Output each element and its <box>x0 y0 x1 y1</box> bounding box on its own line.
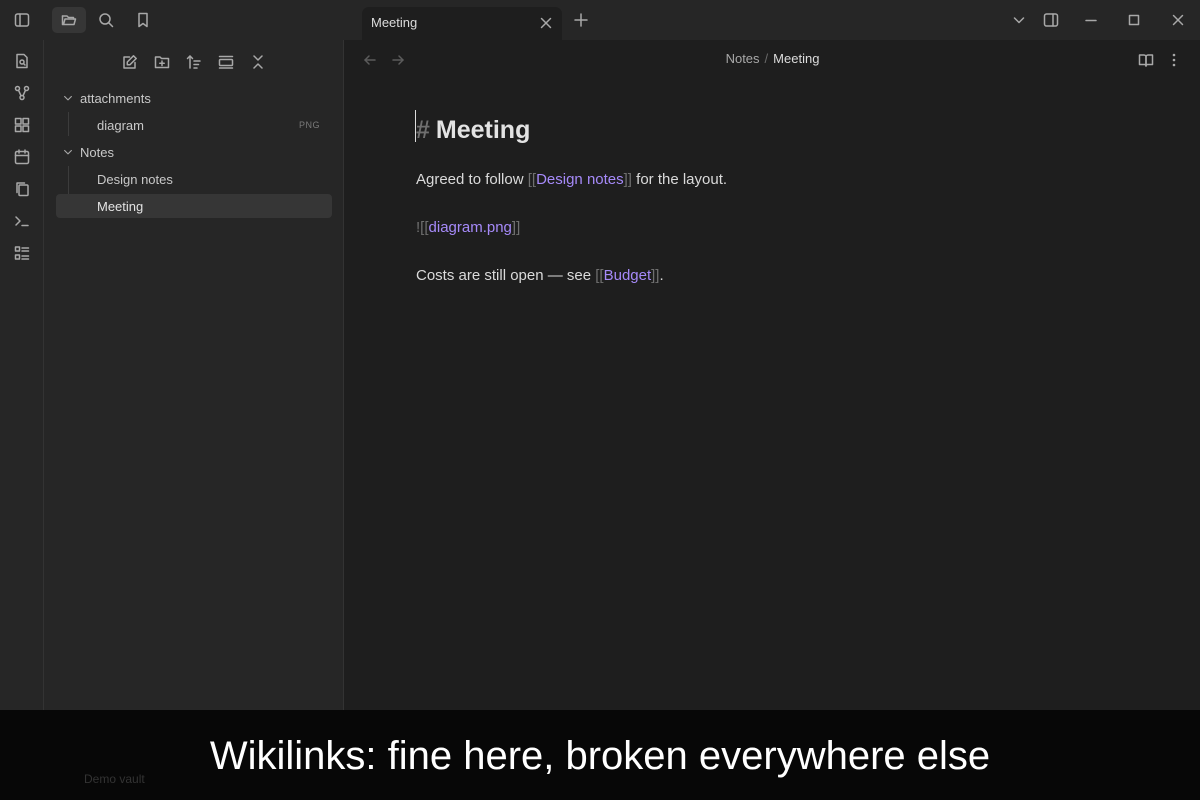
tab-meeting[interactable]: Meeting <box>362 7 562 40</box>
plus-icon <box>574 13 588 27</box>
reading-view-button[interactable] <box>1137 51 1155 69</box>
tab-list-button[interactable] <box>1009 10 1029 30</box>
collapse-all-button[interactable] <box>248 52 268 72</box>
terminal-icon <box>15 216 29 227</box>
new-tab-button[interactable] <box>571 10 591 30</box>
editor-pane: Notes / Meeting # Meeting Agreed to follow … <box>345 40 1200 710</box>
caption-text: Wikilinks: fine here, broken everywhere … <box>209 734 991 778</box>
layout-grid-icon <box>14 117 30 133</box>
file-extension-badge: PNG <box>298 120 320 130</box>
text-span: for the layout. <box>631 171 728 188</box>
files-view-button[interactable] <box>52 7 86 33</box>
tab-title: Meeting <box>371 15 418 30</box>
list-icon <box>14 246 30 260</box>
tree-item-label: attachments <box>80 91 151 106</box>
breadcrumb: Notes / Meeting <box>345 51 1200 66</box>
wikilink-budget[interactable]: Budget <box>604 267 652 284</box>
outline-button[interactable] <box>13 244 31 262</box>
tree-item-label: Design notes <box>97 172 173 187</box>
tree-file-design-notes[interactable]: Design notes <box>56 167 332 191</box>
maximize-icon <box>1128 14 1140 26</box>
command-palette-button[interactable] <box>13 212 31 230</box>
chevron-down-icon <box>1013 17 1025 24</box>
chevrons-collapse-icon <box>253 55 263 69</box>
book-open-icon <box>1138 54 1154 67</box>
tree-item-label: diagram <box>97 118 144 133</box>
minimize-icon <box>1085 19 1097 22</box>
more-options-button[interactable] <box>1165 51 1183 69</box>
search-view-button[interactable] <box>89 7 123 33</box>
embed-diagram-png[interactable]: diagram.png <box>429 219 512 236</box>
maximize-window-button[interactable] <box>1124 10 1144 30</box>
paragraph-line-3: Costs are still open — see [[Budget]]. <box>416 266 664 286</box>
sidebar-left-icon <box>14 13 30 27</box>
link-bracket: [[ <box>595 267 604 284</box>
toggle-left-sidebar-button[interactable] <box>5 7 39 33</box>
heading-text: Meeting <box>435 116 531 144</box>
link-bracket: [[ <box>527 171 537 188</box>
new-folder-button[interactable] <box>152 52 172 72</box>
text-span: . <box>659 267 664 284</box>
file-search-icon <box>16 53 28 69</box>
sort-button[interactable] <box>184 52 204 72</box>
canvas-button[interactable] <box>13 116 31 134</box>
folder-open-icon <box>61 15 77 26</box>
breadcrumb-separator: / <box>764 51 769 66</box>
file-explorer: attachments diagram PNG Notes Design not… <box>44 40 344 710</box>
note-heading: # Meeting <box>416 112 1116 152</box>
toggle-right-sidebar-button[interactable] <box>1041 10 1061 30</box>
templates-button[interactable] <box>13 180 31 198</box>
panel-icon <box>218 55 234 69</box>
calendar-icon <box>14 149 30 165</box>
edit-icon <box>123 55 137 69</box>
auto-reveal-button[interactable] <box>216 52 236 72</box>
caption-band: Demo vault Wikilinks: fine here, broken … <box>0 710 1200 800</box>
chevron-down-icon <box>64 95 72 101</box>
sort-icon <box>186 55 201 69</box>
tree-file-diagram[interactable]: diagram PNG <box>56 113 332 137</box>
close-icon <box>540 17 552 29</box>
text-span: Costs are still open — see <box>416 267 596 284</box>
folder-plus-icon <box>154 56 170 69</box>
graph-view-button[interactable] <box>13 84 31 102</box>
minimize-window-button[interactable] <box>1081 10 1101 30</box>
paragraph-line-1: Agreed to follow [[Design notes]] for th… <box>416 170 727 190</box>
close-window-button[interactable] <box>1168 10 1188 30</box>
tree-file-meeting[interactable]: Meeting <box>56 194 332 218</box>
bookmarks-view-button[interactable] <box>126 7 160 33</box>
graph-icon <box>14 85 30 101</box>
tree-item-label: Meeting <box>97 199 144 214</box>
bookmark-icon <box>138 12 148 28</box>
link-bracket: ]] <box>623 171 632 188</box>
quick-switcher-button[interactable] <box>13 52 31 70</box>
breadcrumb-folder[interactable]: Notes <box>726 51 760 66</box>
paragraph-line-2: ![[diagram.png]] <box>416 218 520 238</box>
wikilink-design-notes[interactable]: Design notes <box>536 171 624 188</box>
heading-marker: # <box>416 116 430 144</box>
close-tab-button[interactable] <box>538 15 554 31</box>
note-content[interactable]: # Meeting Agreed to follow [[Design notes… <box>416 112 1116 284</box>
chevron-down-icon <box>64 149 72 155</box>
search-icon <box>99 13 114 28</box>
title-bar: Meeting <box>0 0 1200 40</box>
new-note-button[interactable] <box>120 52 140 72</box>
tree-item-label: Notes <box>80 145 114 160</box>
daily-note-button[interactable] <box>13 148 31 166</box>
close-icon <box>1172 14 1184 26</box>
breadcrumb-current[interactable]: Meeting <box>773 51 819 66</box>
embed-bracket: ]] <box>511 219 521 236</box>
ribbon <box>0 40 44 710</box>
embed-bracket: ![[ <box>416 219 429 236</box>
copy-icon <box>16 182 29 197</box>
sidebar-right-icon <box>1043 13 1059 27</box>
text-span: Agreed to follow <box>416 171 528 188</box>
tree-folder-attachments[interactable]: attachments <box>56 86 332 110</box>
more-vertical-icon <box>1172 53 1176 67</box>
tree-folder-notes[interactable]: Notes <box>56 140 332 164</box>
